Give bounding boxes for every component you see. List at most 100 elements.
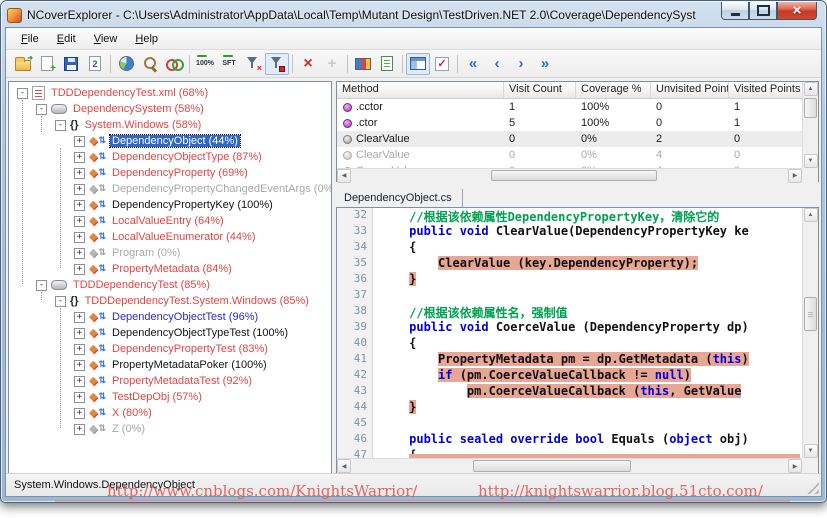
- tree-item[interactable]: +DependencyPropertyTest (83%): [9, 341, 331, 357]
- column-header-unvisited-points[interactable]: Unvisited Points: [651, 82, 729, 99]
- nav-prev-button[interactable]: ‹: [485, 53, 509, 75]
- column-header-visited-points[interactable]: Visited Points: [729, 82, 802, 99]
- expander-icon[interactable]: -: [36, 280, 47, 291]
- tree-item[interactable]: +DependencyProperty (69%): [9, 165, 331, 181]
- tree-item[interactable]: +Program (0%): [9, 245, 331, 261]
- source-vscrollbar[interactable]: ▲ ▼: [802, 208, 818, 458]
- tree-item[interactable]: -{}TDDDependencyTest.System.Windows (85%…: [9, 293, 331, 309]
- expander-icon[interactable]: +: [74, 168, 85, 179]
- source-hscrollbar[interactable]: ◀ ▶: [337, 458, 802, 473]
- open-file-button[interactable]: [11, 53, 35, 75]
- tree-item[interactable]: -TDDDependencyTest (85%): [9, 277, 331, 293]
- scroll-down-icon[interactable]: ▼: [804, 444, 818, 458]
- expander-icon[interactable]: -: [36, 104, 47, 115]
- scroll-thumb[interactable]: [804, 98, 817, 118]
- scroll-thumb[interactable]: [491, 170, 657, 181]
- expander-icon[interactable]: -: [55, 296, 66, 307]
- table-row[interactable]: ClearValue00%20: [337, 131, 802, 147]
- close-button[interactable]: [777, 2, 817, 20]
- method-table-vscrollbar[interactable]: ▲ ▼: [802, 82, 818, 168]
- tree-item[interactable]: +PropertyMetadata (84%): [9, 261, 331, 277]
- scroll-down-icon[interactable]: ▼: [804, 154, 818, 168]
- tree-item[interactable]: -DependencySystem (58%): [9, 101, 331, 117]
- filter-sft-button[interactable]: SFT: [217, 53, 241, 75]
- expander-icon[interactable]: +: [74, 376, 85, 387]
- method-table-hscrollbar[interactable]: ◀ ▶: [337, 168, 802, 182]
- tree-item[interactable]: -TDDDependencyTest.xml (68%): [9, 85, 331, 101]
- table-row[interactable]: .ctor5100%01: [337, 115, 802, 131]
- table-row[interactable]: CoerceValue00%40: [337, 163, 802, 168]
- scroll-right-icon[interactable]: ▶: [788, 459, 802, 473]
- expander-icon[interactable]: +: [74, 264, 85, 275]
- tree-item[interactable]: +X (80%): [9, 405, 331, 421]
- nav-last-button[interactable]: »: [533, 53, 557, 75]
- expander-icon[interactable]: +: [74, 344, 85, 355]
- tree-item[interactable]: -{}System.Windows (58%): [9, 117, 331, 133]
- scroll-left-icon[interactable]: ◀: [337, 169, 351, 183]
- new-report-button[interactable]: [35, 53, 59, 75]
- tree-item[interactable]: +DependencyObject (44%): [9, 133, 331, 149]
- save-report-button[interactable]: [59, 53, 83, 75]
- nav-first-button[interactable]: «: [461, 53, 485, 75]
- menu-edit[interactable]: Edit: [48, 30, 85, 48]
- scroll-up-icon[interactable]: ▲: [804, 208, 818, 222]
- expander-icon[interactable]: +: [74, 152, 85, 163]
- tree-item[interactable]: +TestDepObj (57%): [9, 389, 331, 405]
- tree-item[interactable]: +LocalValueEntry (64%): [9, 213, 331, 229]
- scroll-thumb[interactable]: [473, 460, 630, 472]
- tree-item[interactable]: +DependencyObjectTest (96%): [9, 309, 331, 325]
- scroll-up-icon[interactable]: ▲: [804, 82, 818, 96]
- scroll-left-icon[interactable]: ◀: [337, 459, 351, 473]
- tree-item[interactable]: +DependencyPropertyChangedEventArgs (0%): [9, 181, 331, 197]
- menu-view[interactable]: View: [85, 30, 127, 48]
- column-header-method[interactable]: Method: [337, 82, 504, 99]
- tree-item[interactable]: +DependencyObjectTypeTest (100%): [9, 325, 331, 341]
- expander-icon[interactable]: +: [74, 424, 85, 435]
- scroll-thumb[interactable]: [804, 297, 817, 331]
- expander-icon[interactable]: +: [74, 408, 85, 419]
- html-report-button[interactable]: [375, 53, 399, 75]
- delete-button[interactable]: ×: [296, 53, 320, 75]
- tree-item[interactable]: +PropertyMetadataPoker (100%): [9, 357, 331, 373]
- reload-report-button[interactable]: 2: [83, 53, 107, 75]
- minimize-button[interactable]: [721, 2, 749, 20]
- menu-help[interactable]: Help: [126, 30, 167, 48]
- expander-icon[interactable]: +: [74, 232, 85, 243]
- expander-icon[interactable]: +: [74, 360, 85, 371]
- table-row[interactable]: ClearValue00%40: [337, 147, 802, 163]
- filter-highlight-button[interactable]: [265, 53, 289, 75]
- maximize-button[interactable]: [749, 2, 777, 20]
- column-header-visit-count[interactable]: Visit Count: [504, 82, 576, 99]
- table-row[interactable]: .cctor1100%01: [337, 99, 802, 115]
- expander-icon[interactable]: +: [74, 200, 85, 211]
- resize-grip-icon[interactable]: [806, 481, 819, 494]
- menu-file[interactable]: File: [12, 30, 48, 48]
- expander-icon[interactable]: +: [74, 216, 85, 227]
- tree-item[interactable]: +PropertyMetadataTest (92%): [9, 373, 331, 389]
- tree-item[interactable]: +Z (0%): [9, 421, 331, 437]
- coverage-pie-button[interactable]: [114, 53, 138, 75]
- scroll-right-icon[interactable]: ▶: [788, 169, 802, 183]
- options-button[interactable]: ✓: [430, 53, 454, 75]
- tree-item[interactable]: +LocalValueEnumerator (44%): [9, 229, 331, 245]
- filter-clear-button[interactable]: ×: [241, 53, 265, 75]
- tree-item[interactable]: +DependencyPropertyKey (100%): [9, 197, 331, 213]
- expander-icon[interactable]: +: [74, 312, 85, 323]
- expander-icon[interactable]: +: [74, 184, 85, 195]
- nav-next-button[interactable]: ›: [509, 53, 533, 75]
- expander-icon[interactable]: +: [74, 136, 85, 147]
- column-header-coverage-[interactable]: Coverage %: [576, 82, 651, 99]
- expander-icon[interactable]: -: [17, 88, 28, 99]
- tab-dependencyobject-cs[interactable]: DependencyObject.cs: [336, 189, 463, 207]
- expander-icon[interactable]: +: [74, 392, 85, 403]
- zoom-coverage-button[interactable]: [138, 53, 162, 75]
- compare-runs-button[interactable]: [162, 53, 186, 75]
- expander-icon[interactable]: -: [55, 120, 66, 131]
- filter-100-button[interactable]: 100%: [193, 53, 217, 75]
- toggle-source-panel-button[interactable]: [406, 53, 430, 75]
- expander-icon[interactable]: +: [74, 248, 85, 259]
- tree-item[interactable]: +DependencyObjectType (87%): [9, 149, 331, 165]
- chart-report-button[interactable]: [351, 53, 375, 75]
- add-button[interactable]: +: [320, 53, 344, 75]
- expander-icon[interactable]: +: [74, 328, 85, 339]
